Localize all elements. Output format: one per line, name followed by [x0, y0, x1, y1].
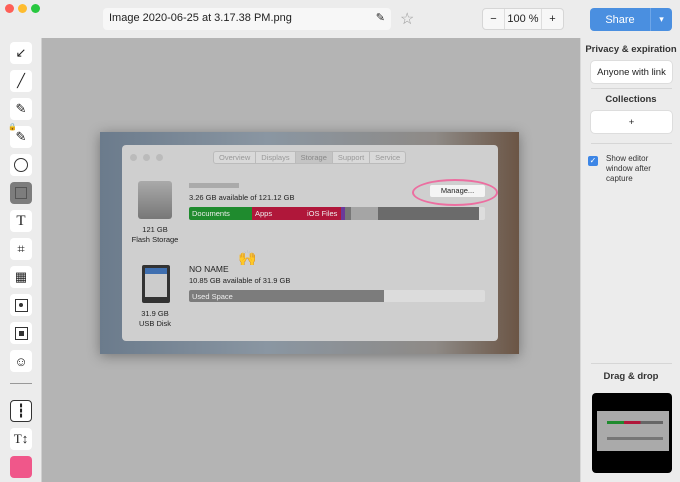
highlighter-icon[interactable]: ✎ 🔒 [8, 124, 32, 148]
emoji-icon[interactable]: ☺ [10, 350, 32, 372]
divider [591, 143, 672, 144]
emoji-sticker: 🙌 [238, 250, 257, 267]
show-editor-checkbox[interactable]: ✓ [588, 156, 598, 166]
privacy-button[interactable]: Anyone with link [591, 61, 672, 83]
hard-drive-icon [138, 181, 172, 219]
zoom-level: 100 % [507, 13, 539, 25]
zoom-in-button[interactable]: + [541, 9, 563, 29]
line-icon[interactable]: ╱ [10, 70, 32, 92]
text-icon[interactable]: T [10, 210, 32, 232]
lock-icon: 🔒 [8, 124, 17, 131]
crop-icon[interactable]: ⌗ [10, 238, 32, 260]
share-button[interactable]: Share ▾ [590, 8, 672, 31]
filename-field[interactable]: Image 2020-06-25 at 3.17.38 PM.png ✎ [103, 8, 391, 30]
color-picker-button[interactable] [10, 456, 32, 478]
minimize-button[interactable] [18, 4, 27, 13]
about-window: Overview Displays Storage Support Servic… [122, 145, 498, 341]
spotlight-icon[interactable] [10, 294, 32, 316]
tabs: Overview Displays Storage Support Servic… [213, 151, 407, 164]
divider [591, 88, 672, 89]
close-button[interactable] [5, 4, 14, 13]
tool-palette: ↙ ╱ ✎ ✎ 🔒 T ⌗ ▦ ☺ ┇ T↕ [0, 38, 42, 482]
zoom-out-button[interactable]: − [483, 9, 505, 29]
arrow-icon[interactable]: ↙ [10, 42, 32, 64]
rectangle-icon[interactable] [10, 182, 32, 204]
marker-icon[interactable]: ✎ [10, 98, 32, 120]
zoom-control: − 100 % + [482, 8, 564, 30]
maximize-button[interactable] [31, 4, 40, 13]
redacted-name [189, 183, 239, 188]
star-icon[interactable]: ☆ [400, 9, 414, 29]
screenshot-image: Overview Displays Storage Support Servic… [100, 132, 519, 354]
storage-bar-1: Documents Apps iOS Files [189, 207, 485, 220]
manage-button: Manage... [430, 185, 485, 197]
ellipse-icon[interactable] [10, 154, 32, 176]
divider [591, 363, 672, 364]
add-collection-button[interactable]: + [591, 111, 672, 133]
storage-bar-2: Used Space [189, 290, 485, 302]
pixelate-icon[interactable]: ▦ [10, 266, 32, 288]
share-dropdown-button[interactable]: ▾ [650, 8, 672, 31]
stroke-width-icon[interactable]: ┇ [10, 400, 32, 422]
divider [10, 383, 32, 384]
sd-card-icon [142, 265, 170, 303]
sidebar: Privacy & expiration Anyone with link Co… [580, 38, 680, 482]
drag-drop-thumbnail[interactable] [592, 393, 672, 473]
highlight-box-icon[interactable] [10, 322, 32, 344]
pencil-icon[interactable]: ✎ [376, 11, 385, 24]
font-size-icon[interactable]: T↕ [10, 428, 32, 450]
